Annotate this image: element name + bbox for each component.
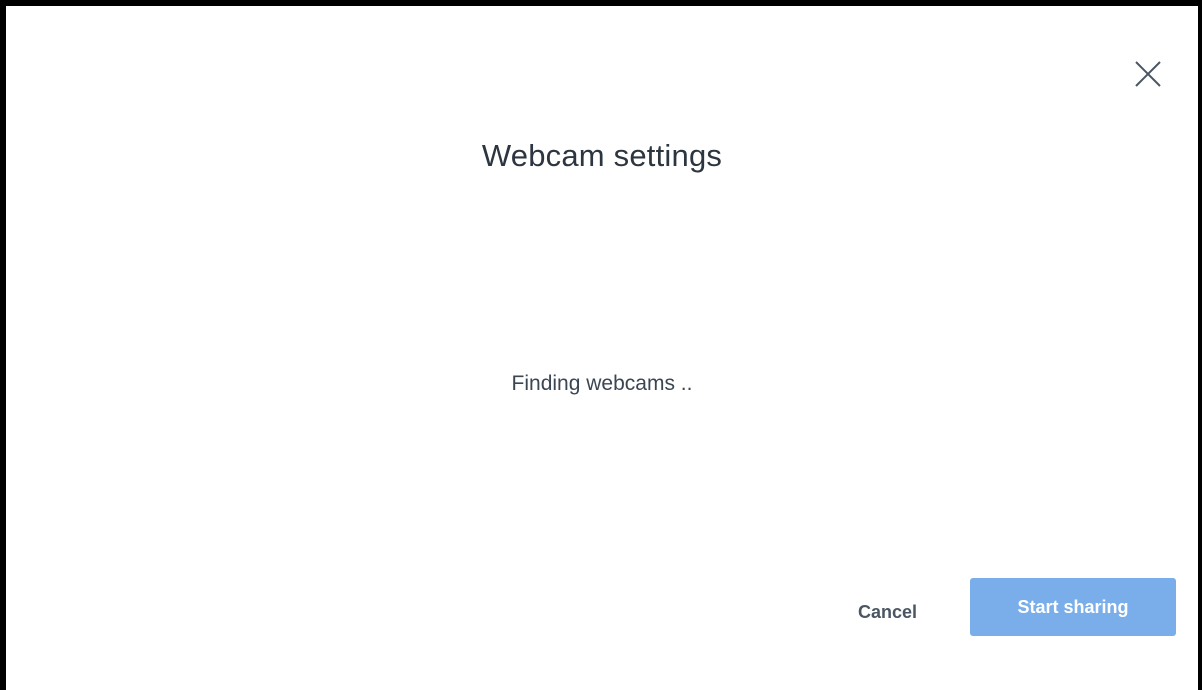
cancel-button[interactable]: Cancel: [856, 596, 919, 628]
close-icon: [1135, 61, 1161, 87]
start-sharing-button[interactable]: Start sharing: [970, 578, 1176, 636]
status-text: Finding webcams ..: [511, 372, 693, 395]
dialog-title: Webcam settings: [481, 138, 723, 173]
webcam-settings-dialog: Webcam settings Finding webcams .. Cance…: [0, 0, 1202, 690]
close-button[interactable]: [1128, 54, 1168, 94]
